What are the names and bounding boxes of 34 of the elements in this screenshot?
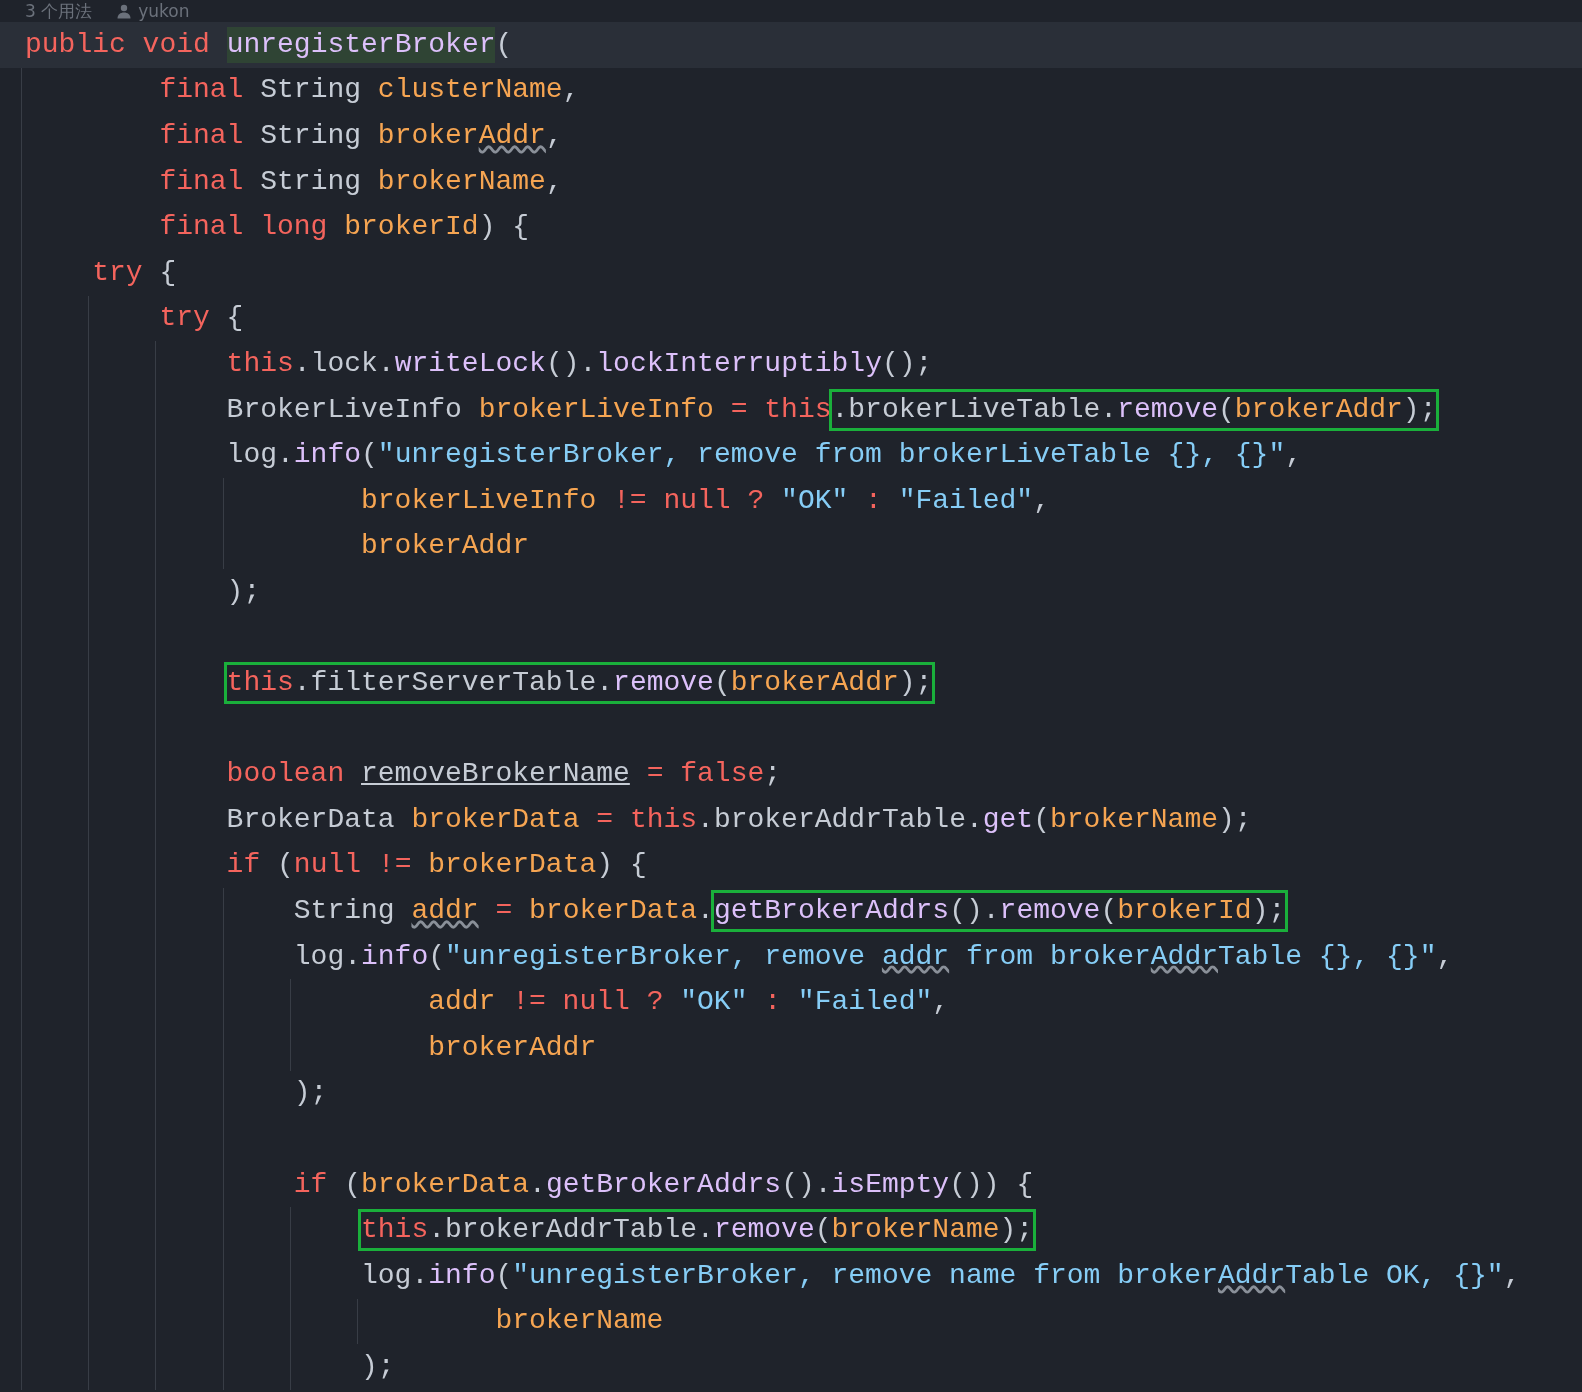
code-line: final String brokerName, bbox=[159, 164, 563, 199]
code-line: ); bbox=[293, 1076, 328, 1111]
code-line: brokerLiveInfo != null ? "OK" : "Failed", bbox=[361, 483, 1050, 518]
code-line: try { bbox=[159, 301, 244, 336]
code-line: ); bbox=[361, 1350, 395, 1384]
highlight-box: this.brokerAddrTable.remove(brokerName); bbox=[361, 1212, 1034, 1249]
code-line: this.lock.writeLock().lockInterruptibly(); bbox=[226, 346, 933, 381]
code-text: ( bbox=[495, 27, 513, 62]
code-line: BrokerData brokerData = this.brokerAddrTable.get(brokerName); bbox=[226, 802, 1252, 837]
code-line: brokerName bbox=[495, 1304, 664, 1339]
code-text: public void bbox=[25, 27, 211, 62]
code-line: brokerAddr bbox=[361, 529, 530, 564]
code-text: BrokerLiveInfo brokerLiveInfo = this bbox=[226, 392, 832, 427]
author-name: yukon bbox=[138, 1, 190, 21]
person-icon bbox=[116, 3, 133, 19]
code-line: boolean removeBrokerName = false; bbox=[226, 757, 782, 792]
code-line: if (brokerData.getBrokerAddrs().isEmpty()) { bbox=[293, 1167, 1034, 1202]
code-line: log.info("unregisterBroker, remove from brokerLiveTable {}, {}", bbox=[226, 438, 1302, 473]
code-line: try { bbox=[92, 255, 177, 290]
code-line: log.info("unregisterBroker, remove name from brokerAddrTable OK, {}", bbox=[361, 1258, 1521, 1293]
highlight-box: this.filterServerTable.remove(brokerAddr); bbox=[226, 665, 933, 702]
highlighted-identifier: unregisterBroker bbox=[226, 26, 496, 63]
code-line: brokerAddr bbox=[428, 1030, 597, 1065]
code-line: ); bbox=[226, 574, 261, 609]
code-line: final String clusterName, bbox=[159, 73, 580, 108]
code-line: log.info("unregisterBroker, remove addr from brokerAddrTable {}, {}", bbox=[293, 939, 1454, 974]
highlight-box: .brokerLiveTable.remove(brokerAddr); bbox=[831, 391, 1437, 428]
code-line: if (null != brokerData) { bbox=[226, 848, 647, 883]
code-line: addr != null ? "OK" : "Failed", bbox=[428, 985, 950, 1020]
code-line: final String brokerAddr, bbox=[159, 119, 563, 153]
usages-count[interactable]: 3 个用法 bbox=[25, 0, 93, 23]
code-line: final long brokerId) { bbox=[159, 210, 530, 245]
highlight-box: getBrokerAddrs().remove(brokerId); bbox=[713, 893, 1286, 930]
code-text: String addr = brokerData. bbox=[293, 894, 714, 929]
